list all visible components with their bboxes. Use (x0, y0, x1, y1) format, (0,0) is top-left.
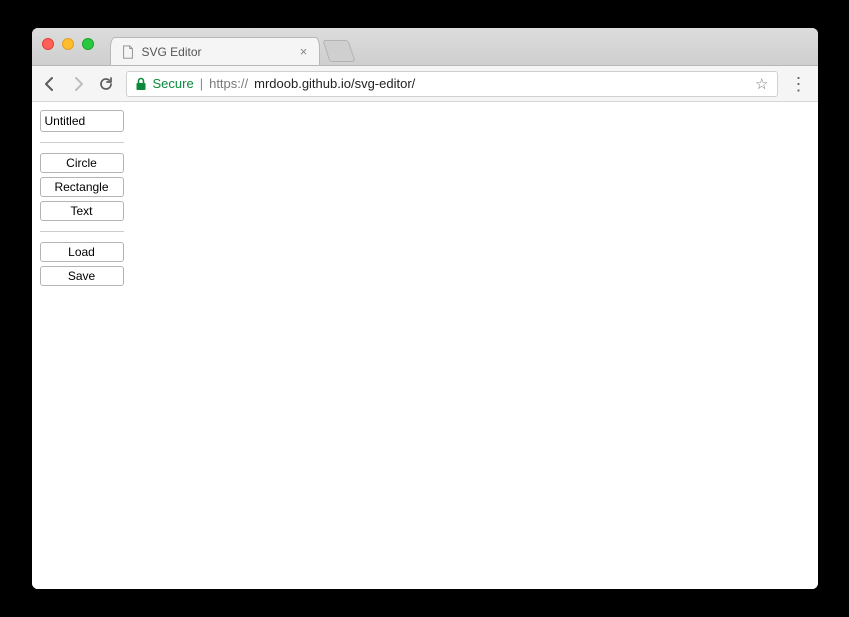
bookmark-star-icon[interactable]: ☆ (755, 75, 768, 93)
add-rectangle-button[interactable]: Rectangle (40, 177, 124, 197)
divider (40, 231, 124, 232)
page-content: Circle Rectangle Text Load Save Hello Wo… (32, 102, 818, 589)
new-tab-button[interactable] (322, 40, 355, 62)
address-bar[interactable]: Secure | https:// mrdoob.github.io/svg-ed… (126, 71, 778, 97)
add-circle-button[interactable]: Circle (40, 153, 124, 173)
back-button[interactable] (42, 76, 58, 92)
file-icon (121, 45, 135, 59)
titlebar: SVG Editor × (32, 28, 818, 66)
zoom-window-button[interactable] (82, 38, 94, 50)
browser-toolbar: Secure | https:// mrdoob.github.io/svg-ed… (32, 66, 818, 102)
filename-input[interactable] (40, 110, 124, 132)
minimize-window-button[interactable] (62, 38, 74, 50)
tab-strip: SVG Editor × (110, 28, 352, 65)
window-controls (42, 38, 94, 50)
load-button[interactable]: Load (40, 242, 124, 262)
url-scheme: https:// (209, 76, 248, 91)
divider (40, 142, 124, 143)
tab-close-icon[interactable]: × (299, 45, 309, 58)
canvas-area: Hello WorldHello WorldHello World (132, 102, 818, 589)
lock-icon (135, 77, 147, 91)
reload-button[interactable] (98, 76, 114, 92)
url-separator: | (200, 76, 203, 91)
editor-sidebar: Circle Rectangle Text Load Save (32, 102, 132, 589)
secure-label: Secure (153, 76, 194, 91)
browser-window: SVG Editor × Secure | https:// mrdoob.git… (32, 28, 818, 589)
tab-title: SVG Editor (142, 45, 292, 59)
add-text-button[interactable]: Text (40, 201, 124, 221)
forward-button[interactable] (70, 76, 86, 92)
menu-button[interactable]: ⋮ (790, 75, 808, 93)
close-window-button[interactable] (42, 38, 54, 50)
url-host-path: mrdoob.github.io/svg-editor/ (254, 76, 415, 91)
editor-canvas[interactable]: Hello WorldHello WorldHello World (132, 102, 818, 445)
save-button[interactable]: Save (40, 266, 124, 286)
tab-svg-editor[interactable]: SVG Editor × (110, 37, 320, 65)
